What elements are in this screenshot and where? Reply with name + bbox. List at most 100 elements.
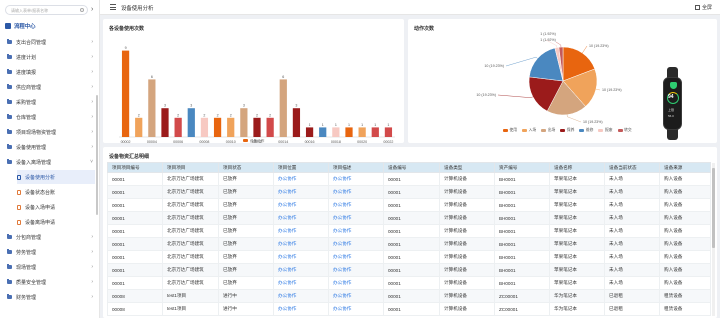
table-row[interactable]: 00001 北京万达广场建筑 已放弃 办公协作 办公协作 00001 计算机设备 BH0001… (107, 263, 711, 277)
bar-00006[interactable] (174, 117, 182, 137)
table-cell[interactable]: 办公协作 (273, 211, 329, 225)
table-scrollbar[interactable] (712, 163, 715, 316)
table-cell[interactable]: 办公协作 (273, 172, 329, 186)
bar-00008[interactable] (200, 117, 209, 137)
column-header[interactable]: 设备当前状态 (604, 162, 660, 173)
sidebar-subitem[interactable]: 设备入场申请 (17, 200, 95, 214)
sidebar-subitem[interactable]: 设备使用分析 (17, 170, 95, 184)
bar-00016[interactable] (305, 127, 314, 137)
column-header[interactable]: 项目项目 (162, 162, 219, 173)
sidebar-subitem[interactable]: 设备离场申请 (17, 215, 95, 229)
table-row[interactable]: 00008 test1项目 进行中 办公协作 办公协作 00001 计算机设备 ZC00001… (107, 289, 711, 303)
table-cell[interactable]: 办公协作 (273, 185, 329, 199)
column-header[interactable]: 项目状态 (218, 162, 274, 173)
column-header[interactable]: 设备编号 (383, 162, 440, 173)
table-cell[interactable]: 办公协作 (328, 224, 384, 238)
menu-root-flow-center[interactable]: 流程中心 (5, 22, 36, 30)
bar-00012[interactable] (253, 117, 261, 137)
bar-00021[interactable] (371, 127, 379, 137)
pie-legend-item[interactable]: 报废 (598, 128, 613, 133)
sidebar-item[interactable]: 采购管理 › (7, 95, 95, 109)
sidebar-item[interactable]: 质量安全管理 › (7, 275, 95, 289)
sidebar-item[interactable]: 现场管理 › (7, 260, 95, 274)
pie-legend-item[interactable]: 入场 (522, 128, 536, 133)
table-cell[interactable]: 办公协作 (273, 302, 329, 316)
column-header[interactable]: 项目位置 (273, 162, 329, 173)
bar-00011[interactable] (240, 108, 248, 137)
column-header[interactable]: 设备类型 (439, 162, 495, 173)
sidebar-item[interactable]: 设备入离场管理 ˅ (7, 155, 95, 169)
bar-00017[interactable] (319, 127, 327, 137)
sidebar-item[interactable]: 分包商管理 › (7, 230, 95, 244)
table-row[interactable]: 00001 北京万达广场建筑 已放弃 办公协作 办公协作 00001 计算机设备 BH0001… (107, 237, 711, 251)
sidebar-subitem[interactable]: 设备状态台账 (17, 185, 95, 199)
pie-legend-item[interactable]: 维修 (579, 128, 593, 133)
table-cell[interactable]: 办公协作 (328, 198, 384, 212)
bar-00022[interactable] (384, 127, 393, 137)
sidebar-item[interactable]: 支出合同管理 › (7, 35, 95, 49)
column-header[interactable]: 资产编号 (494, 162, 550, 173)
table-cell[interactable]: 办公协作 (273, 237, 329, 251)
table-cell[interactable]: 办公协作 (328, 211, 384, 225)
bar-00009[interactable] (213, 117, 222, 137)
bar-00020[interactable] (358, 127, 366, 137)
table-cell[interactable]: 办公协作 (273, 289, 329, 303)
sidebar-item[interactable]: 劳务管理 › (7, 245, 95, 259)
table-row[interactable]: 00001 北京万达广场建筑 已放弃 办公协作 办公协作 00001 计算机设备 BH0001… (107, 198, 711, 212)
column-header[interactable]: 设备名称 (549, 162, 605, 173)
sidebar-item[interactable]: 进度填报 › (7, 65, 95, 79)
column-header[interactable]: 项目项目编号 (107, 162, 163, 173)
bar-00019[interactable] (345, 127, 353, 137)
table-cell[interactable]: 办公协作 (328, 250, 384, 264)
pie-legend-item[interactable]: 使用 (503, 128, 517, 133)
bar-00018[interactable] (332, 127, 340, 137)
legend-label: 转交 (624, 128, 632, 132)
table-row[interactable]: 00001 北京万达广场建筑 已放弃 办公协作 办公协作 00001 计算机设备 BH0001… (107, 276, 711, 290)
table-cell[interactable]: 办公协作 (328, 263, 384, 277)
sidebar-item[interactable]: 财务管理 › (7, 290, 95, 304)
sidebar-item[interactable]: 仓库管理 › (7, 110, 95, 124)
sidebar-scrollbar[interactable] (96, 95, 98, 215)
bar-00015[interactable] (292, 108, 301, 137)
table-cell[interactable]: 办公协作 (273, 224, 329, 238)
search-input[interactable]: 请输入表单/报表名称 (5, 5, 88, 15)
table-cell[interactable]: 办公协作 (273, 276, 329, 290)
sidebar-item[interactable]: 供应商管理 › (7, 80, 95, 94)
collapse-sidebar-icon[interactable]: › (91, 6, 93, 13)
sidebar-item[interactable]: 设备使用管理 › (7, 140, 95, 154)
table-cell[interactable]: 办公协作 (328, 185, 384, 199)
menu-toggle-icon[interactable] (110, 4, 116, 10)
column-header[interactable]: 项目描述 (328, 162, 384, 173)
table-row[interactable]: 00001 北京万达广场建筑 已放弃 办公协作 办公协作 00001 计算机设备 BH0001… (107, 250, 711, 264)
bar-00005[interactable] (161, 108, 169, 137)
search-icon[interactable] (80, 8, 84, 12)
table-cell[interactable]: 办公协作 (328, 289, 384, 303)
table-row[interactable]: 00001 北京万达广场建筑 已放弃 办公协作 办公协作 00001 计算机设备 BH0001… (107, 172, 711, 186)
bar-00014[interactable] (279, 79, 287, 137)
pie-legend-item[interactable]: 保养 (560, 128, 574, 133)
fullscreen-icon (694, 5, 700, 10)
bar-00010[interactable] (227, 117, 235, 137)
pie-legend-item[interactable]: 转交 (617, 128, 632, 133)
pie-legend-item[interactable]: 出场 (541, 128, 555, 133)
bar-00003[interactable] (135, 117, 143, 137)
bar-00002[interactable] (121, 50, 130, 137)
table-row[interactable]: 00001 北京万达广场建筑 已放弃 办公协作 办公协作 00001 计算机设备 BH0001… (107, 211, 711, 225)
bar-00007[interactable] (187, 108, 195, 137)
sidebar-item[interactable]: 项目现场物资管理 › (7, 125, 95, 139)
table-cell[interactable]: 办公协作 (273, 250, 329, 264)
table-cell[interactable]: 办公协作 (328, 172, 384, 186)
column-header[interactable]: 设备来源 (659, 162, 711, 173)
table-cell[interactable]: 办公协作 (328, 237, 384, 251)
table-cell[interactable]: 办公协作 (328, 302, 384, 316)
fullscreen-button[interactable]: 全屏 (694, 4, 712, 11)
bar-00013[interactable] (266, 117, 274, 137)
sidebar-item[interactable]: 进度计划 › (7, 50, 95, 64)
table-row[interactable]: 00001 北京万达广场建筑 已放弃 办公协作 办公协作 00001 计算机设备 BH0001… (107, 185, 711, 199)
bar-00004[interactable] (148, 79, 156, 137)
table-row[interactable]: 00008 test1项目 进行中 办公协作 办公协作 00001 计算机设备 ZC00001… (107, 302, 711, 316)
table-cell[interactable]: 办公协作 (273, 198, 329, 212)
table-cell[interactable]: 办公协作 (328, 276, 384, 290)
table-cell[interactable]: 办公协作 (273, 263, 329, 277)
table-row[interactable]: 00001 北京万达广场建筑 已放弃 办公协作 办公协作 00001 计算机设备 BH0001… (107, 224, 711, 238)
